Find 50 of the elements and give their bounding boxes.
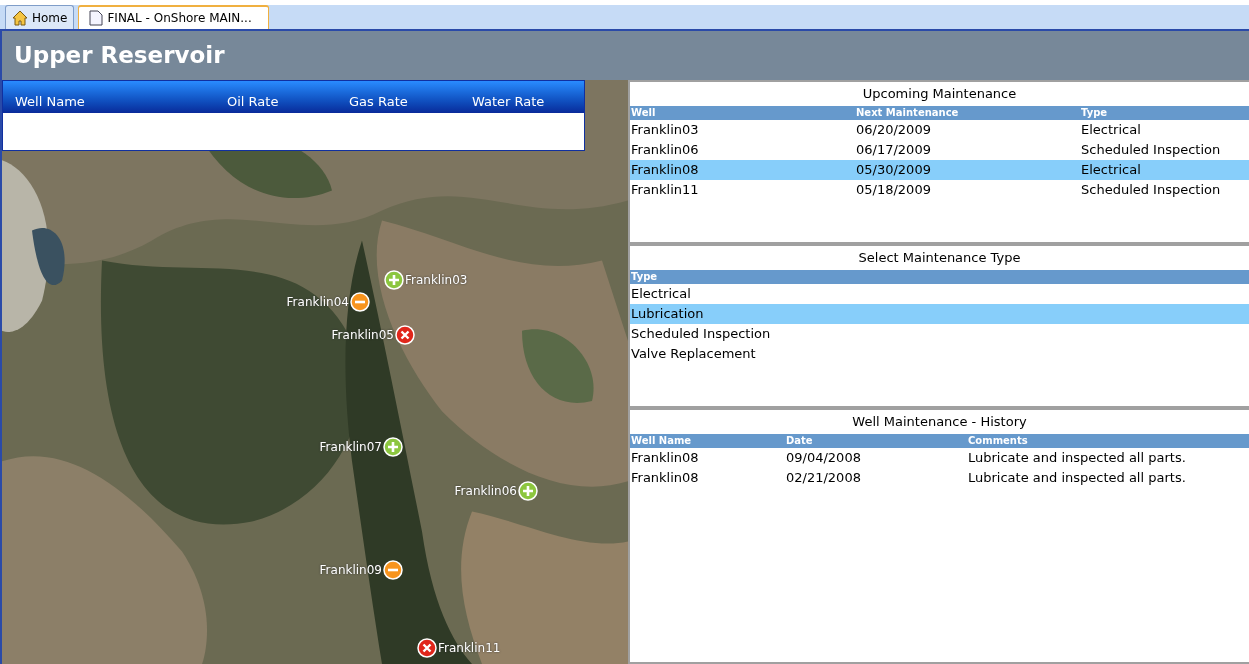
- table-cell-text: Franklin06: [630, 140, 699, 159]
- marker-label: Franklin11: [438, 640, 501, 657]
- plus-icon[interactable]: [518, 481, 538, 501]
- column-header[interactable]: Water Rate: [472, 91, 584, 111]
- table-cell-text: 09/04/2008: [785, 448, 861, 467]
- document-icon: [89, 10, 104, 26]
- table-cell-text: 06/20/2009: [855, 120, 931, 139]
- marker-label: Franklin05: [331, 327, 394, 344]
- plus-icon[interactable]: [383, 437, 403, 457]
- map[interactable]: Well Name Oil Rate Gas Rate Water Rate Franklin03 Franklin04 Franklin05 Franklin07 Franklin06 Franklin09 Franklin11: [2, 80, 628, 664]
- panel-title: Upcoming Maintenance: [861, 85, 1018, 103]
- table-cell-text: Scheduled Inspection: [1080, 180, 1221, 199]
- table-cell-text: Franklin08: [630, 448, 699, 467]
- table-cell-text: Electrical: [630, 284, 691, 303]
- table-cell-text: Electrical: [1080, 120, 1141, 139]
- panel-title: Well Maintenance - History: [851, 413, 1028, 431]
- column-header[interactable]: Gas Rate: [349, 91, 472, 111]
- tab[interactable]: FINAL - OnShore MAIN...: [78, 5, 269, 29]
- panel-title: Select Maintenance Type: [857, 249, 1022, 267]
- table-cell-text: Scheduled Inspection: [1080, 140, 1221, 159]
- cross-icon[interactable]: [417, 638, 437, 658]
- column-header[interactable]: Well Name: [15, 91, 227, 111]
- marker-label: Franklin04: [286, 294, 349, 311]
- table-cell-text: 02/21/2008: [785, 468, 861, 487]
- table-cell-text: Electrical: [1080, 160, 1141, 179]
- marker-label: Franklin06: [454, 483, 517, 500]
- marker-label: Franklin07: [319, 439, 382, 456]
- table-row[interactable]: Lubrication: [630, 303, 1249, 324]
- house-icon: [12, 9, 28, 26]
- table-cell-text: Franklin11: [630, 180, 699, 199]
- minus-icon[interactable]: [350, 292, 370, 312]
- cross-icon[interactable]: [395, 325, 415, 345]
- table-cell-text: 05/18/2009: [855, 180, 931, 199]
- table-cell-text: Franklin08: [630, 468, 699, 487]
- table-cell-text: Lubricate and inspected all parts.: [967, 468, 1186, 487]
- table-cell-text: Franklin08: [630, 160, 699, 179]
- table-cell-text: Franklin03: [630, 120, 699, 139]
- page-title: Upper Reservoir: [14, 41, 225, 71]
- table-cell-text: Lubrication: [630, 304, 704, 323]
- table-cell-text: Valve Replacement: [630, 344, 756, 363]
- table-row[interactable]: Franklin08 05/30/2009 Electrical: [630, 159, 1249, 180]
- marker-label: Franklin03: [405, 272, 468, 289]
- table-cell-text: Lubricate and inspected all parts.: [967, 448, 1186, 467]
- marker-label: Franklin09: [319, 562, 382, 579]
- tab[interactable]: Home: [5, 5, 75, 29]
- minus-icon[interactable]: [383, 560, 403, 580]
- table-cell-text: 06/17/2009: [855, 140, 931, 159]
- table-cell-text: 05/30/2009: [855, 160, 931, 179]
- column-header[interactable]: Oil Rate: [227, 91, 349, 111]
- table-cell-text: Scheduled Inspection: [630, 324, 771, 343]
